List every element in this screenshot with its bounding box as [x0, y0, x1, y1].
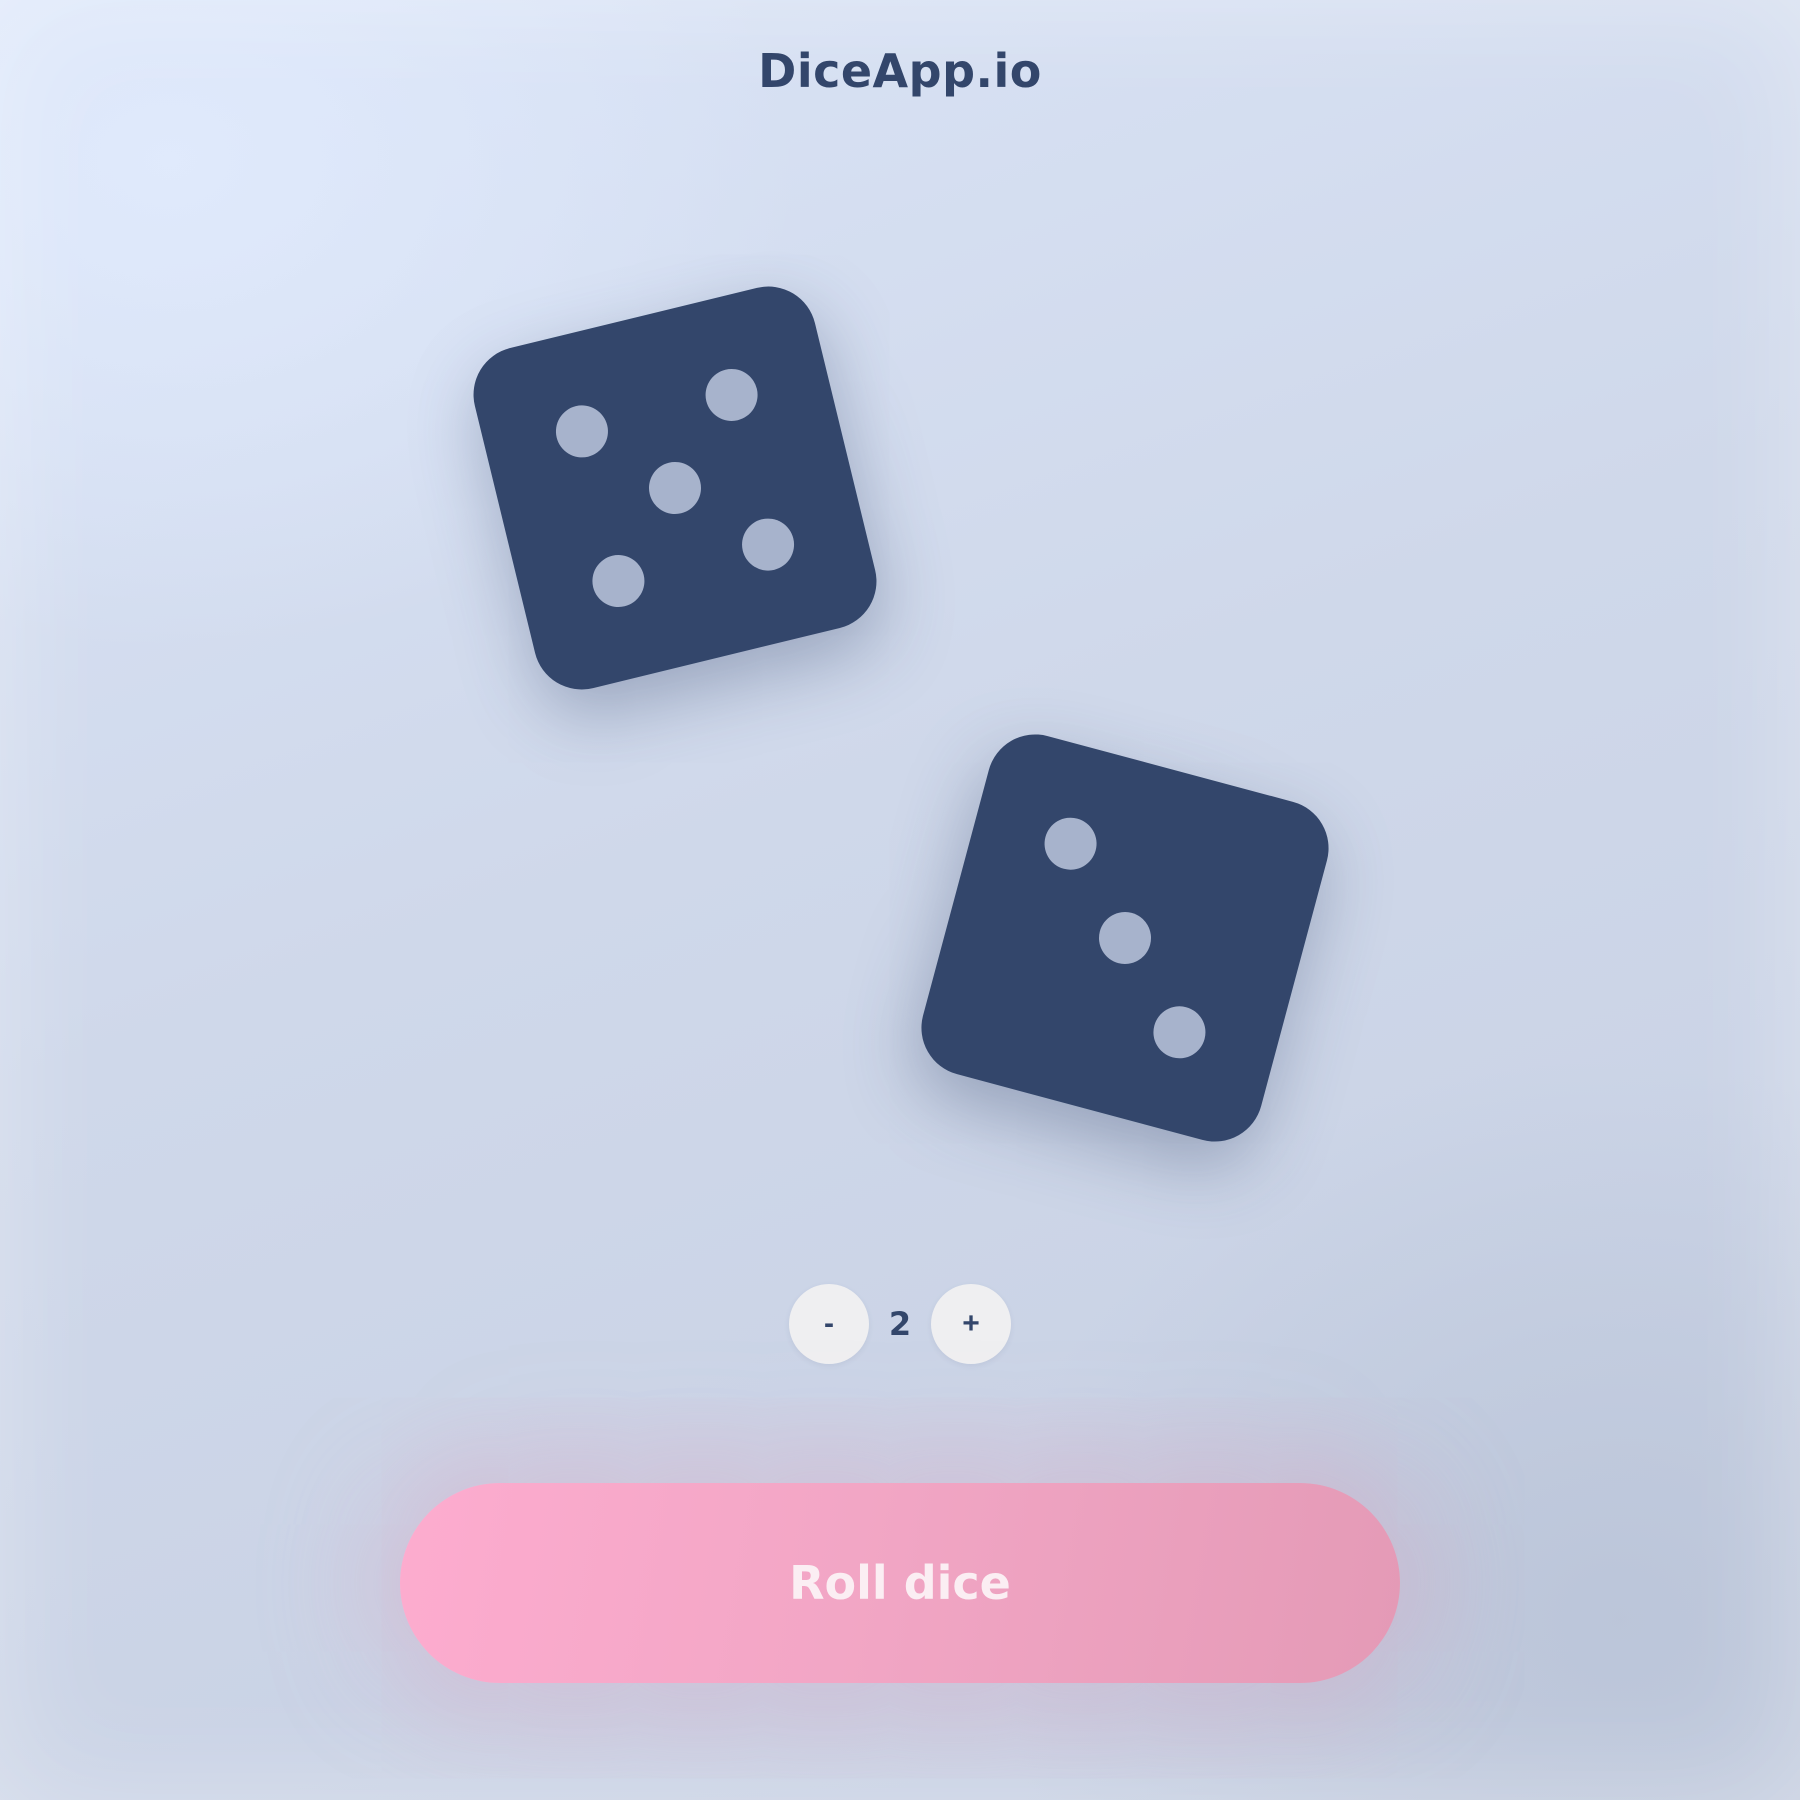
die-pip — [587, 549, 650, 613]
dice-count-value: 2 — [888, 1305, 912, 1343]
die-pip — [736, 513, 800, 576]
dice-count-stepper: - 2 + — [789, 1283, 1011, 1365]
app-title: DiceApp.io — [758, 44, 1042, 98]
decrement-dice-button[interactable]: - — [789, 1284, 869, 1364]
roll-dice-button[interactable]: Roll dice — [400, 1483, 1400, 1683]
die-pip — [643, 456, 707, 520]
die-pip — [550, 400, 614, 463]
die-pip — [1038, 811, 1103, 876]
die-pip — [1147, 1000, 1212, 1065]
die-pip — [1093, 906, 1157, 970]
die-pip — [700, 363, 763, 427]
increment-dice-button[interactable]: + — [931, 1284, 1011, 1364]
